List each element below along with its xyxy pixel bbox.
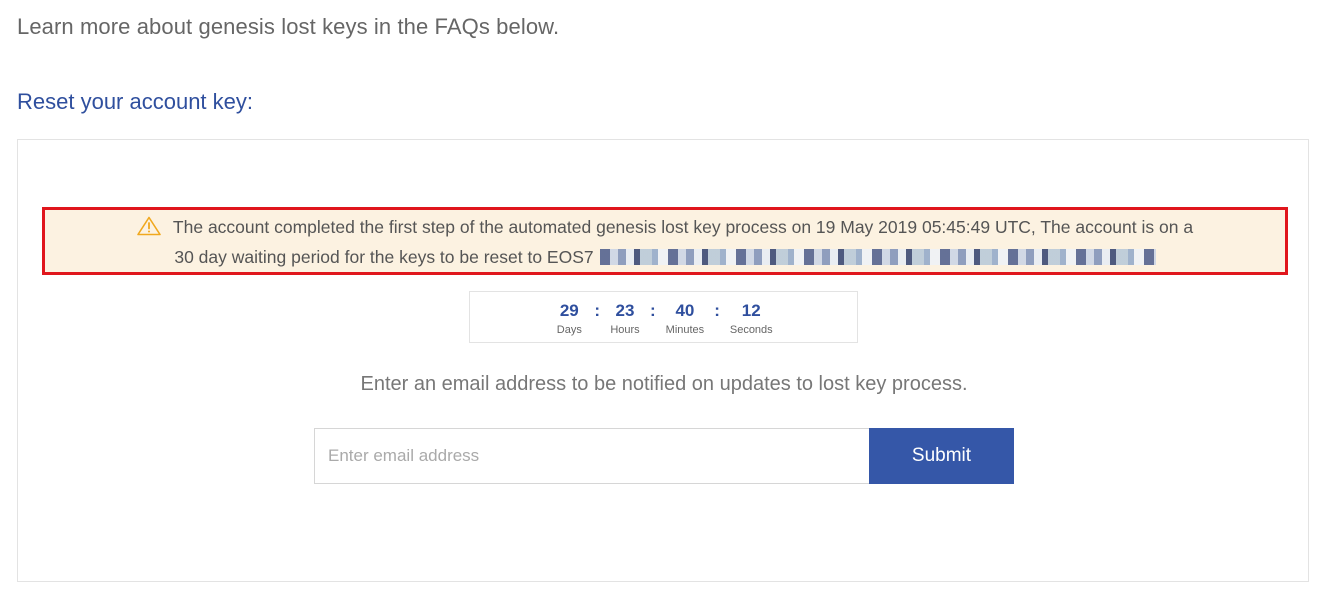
countdown-hours-label: Hours xyxy=(610,324,640,336)
countdown-days: 29 Days xyxy=(554,301,584,338)
alert-line-1-text: The account completed the first step of … xyxy=(172,217,1194,237)
intro-text: Learn more about genesis lost keys in th… xyxy=(17,14,560,39)
countdown-minutes: 40 Minutes xyxy=(666,301,705,338)
countdown-minutes-label: Minutes xyxy=(665,324,705,336)
redacted-public-key xyxy=(599,249,1156,265)
countdown-days-label: Days xyxy=(556,324,582,336)
countdown-separator: : xyxy=(649,301,656,320)
section-title: Reset your account key: xyxy=(17,89,254,114)
countdown-seconds: 12 Seconds xyxy=(730,301,773,338)
countdown-seconds-label: Seconds xyxy=(729,324,773,336)
countdown-days-value: 29 xyxy=(559,301,579,320)
email-input[interactable] xyxy=(314,428,870,484)
countdown-hours: 23 Hours xyxy=(610,301,640,338)
countdown-separator: : xyxy=(714,301,720,320)
warning-triangle-icon xyxy=(137,216,161,236)
alert-line-2-text: 30 day waiting period for the keys to be… xyxy=(174,247,594,267)
notify-text: Enter an email address to be notified on… xyxy=(360,373,968,395)
countdown-seconds-value: 12 xyxy=(741,301,761,320)
countdown-timer: 29 Days : 23 Hours : 40 Minutes : 12 Sec… xyxy=(469,291,858,343)
reset-key-card xyxy=(17,139,1309,582)
submit-button[interactable]: Submit xyxy=(869,428,1014,484)
countdown-separator: : xyxy=(594,301,600,320)
alert-line-1: The account completed the first step of … xyxy=(45,212,1285,242)
countdown-hours-value: 23 xyxy=(615,301,635,320)
countdown-minutes-value: 40 xyxy=(675,301,695,320)
alert-line-2: 30 day waiting period for the keys to be… xyxy=(45,242,1285,272)
lost-key-alert: The account completed the first step of … xyxy=(42,207,1288,275)
